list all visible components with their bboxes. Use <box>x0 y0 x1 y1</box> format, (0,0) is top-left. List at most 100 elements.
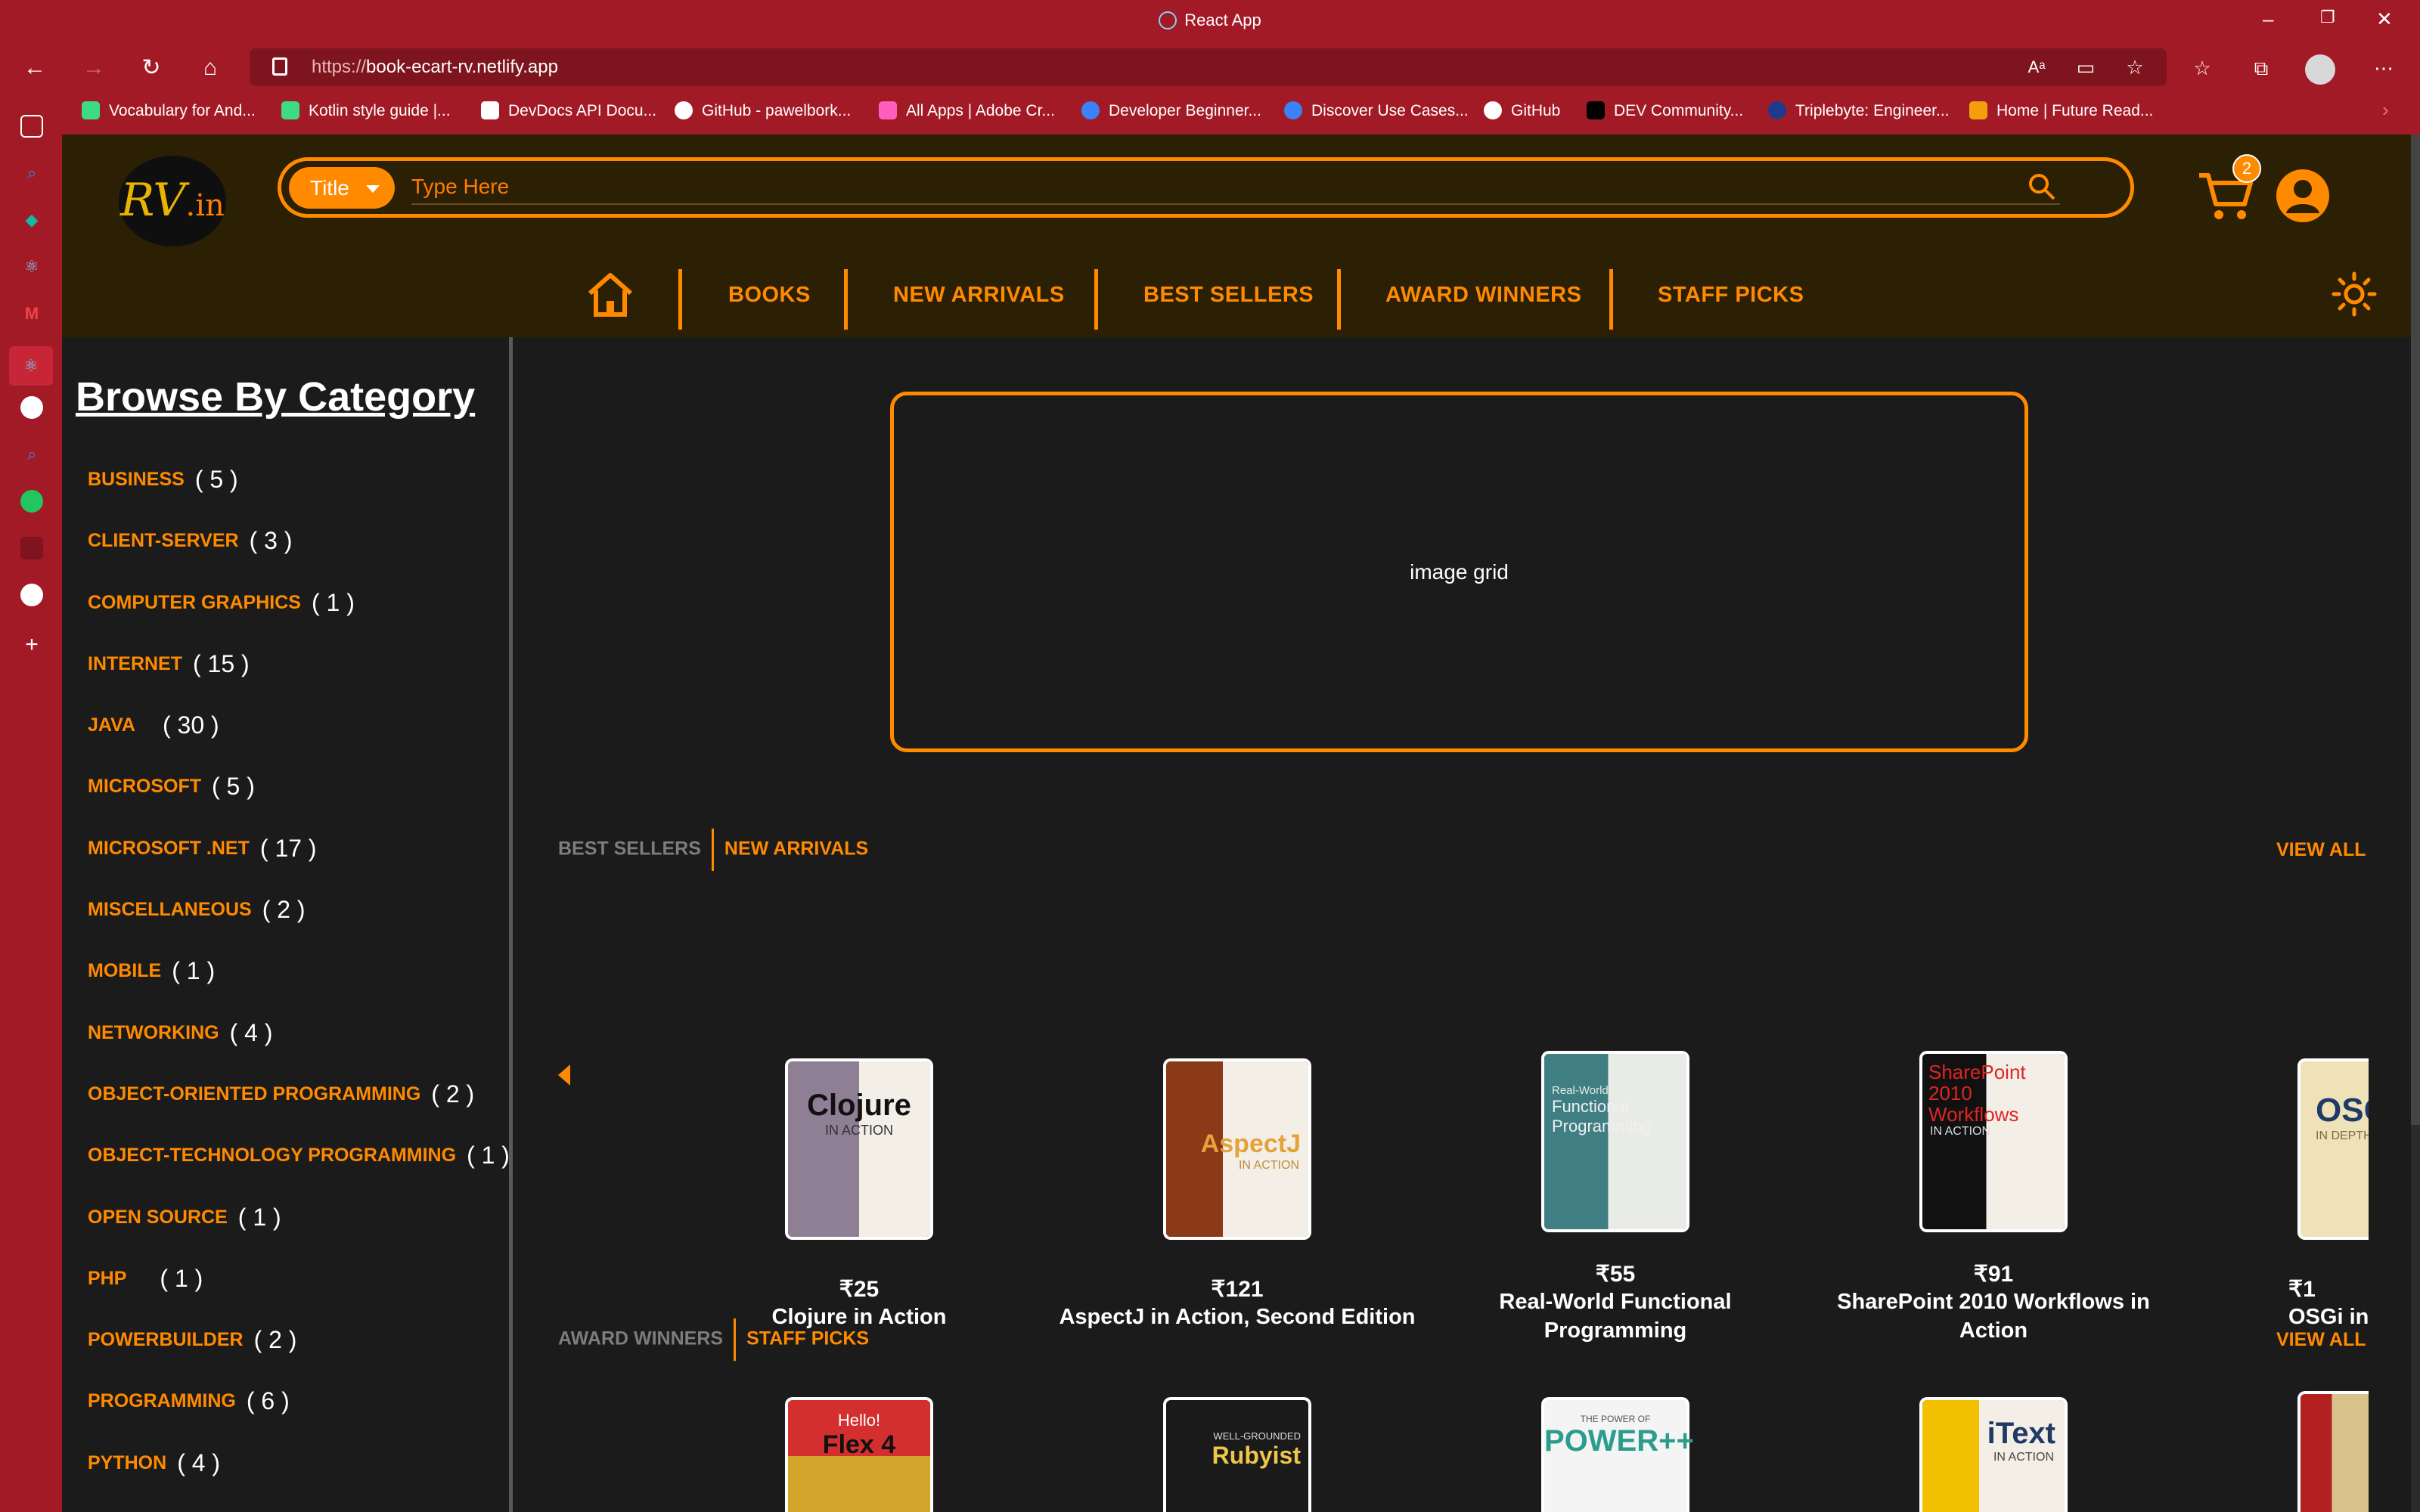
github-tab-icon[interactable] <box>20 396 43 419</box>
forward-button[interactable]: → <box>79 53 109 83</box>
book-cover[interactable]: Clojure IN ACTION <box>788 1061 930 1237</box>
refresh-button[interactable]: ↻ <box>136 53 166 83</box>
book-cover[interactable]: Real-World Functional Programming <box>1544 1054 1686 1229</box>
category-item[interactable]: MOBILE( 1 ) <box>88 957 510 1018</box>
category-item[interactable]: PYTHON( 4 ) <box>88 1449 510 1510</box>
page-scrollbar-thumb[interactable] <box>2411 135 2420 1125</box>
address-field[interactable]: https://book-ecart-rv.netlify.app Aᵃ ▭ ☆ <box>250 48 2167 86</box>
view-all-link[interactable]: VIEW ALL <box>2276 1329 2366 1351</box>
bookmark-item[interactable]: GitHub - pawelbork... <box>675 101 851 120</box>
category-item[interactable]: POWERBUILDER( 2 ) <box>88 1326 510 1387</box>
dev-beginner-icon <box>1081 101 1100 119</box>
read-aloud-icon[interactable]: Aᵃ <box>2023 54 2050 81</box>
category-item[interactable]: PHP( 1 ) <box>88 1265 510 1326</box>
new-tab-icon[interactable]: + <box>20 634 43 656</box>
dark-tab-icon[interactable] <box>20 537 43 559</box>
window-title-text: React App <box>1184 11 1261 29</box>
bookmarks-bar: Vocabulary for And... Kotlin style guide… <box>0 91 2420 135</box>
nav-divider <box>1337 269 1341 330</box>
search-type-select[interactable]: Title <box>289 167 395 209</box>
tab-new-arrivals[interactable]: NEW ARRIVALS <box>724 838 868 860</box>
bookmark-item[interactable]: DEV Community... <box>1587 101 1743 120</box>
lock-icon <box>272 57 287 76</box>
bookmark-item[interactable]: GitHub <box>1484 101 1560 120</box>
book-cover[interactable]: iText IN ACTION <box>1922 1400 2065 1512</box>
image-grid-banner: image grid <box>890 392 2028 752</box>
profile-icon[interactable] <box>2305 54 2335 85</box>
back-button[interactable]: ← <box>20 53 50 83</box>
carousel-prev-icon[interactable] <box>558 1064 570 1086</box>
bookmark-item[interactable]: Discover Use Cases... <box>1284 101 1469 120</box>
category-item[interactable]: OBJECT-ORIENTED PROGRAMMING( 2 ) <box>88 1080 510 1142</box>
category-heading: Browse By Category <box>76 374 476 420</box>
android-icon <box>281 101 299 119</box>
nav-divider <box>1609 269 1613 330</box>
view-all-link[interactable]: VIEW ALL <box>2276 839 2366 861</box>
category-item[interactable]: COMPUTER GRAPHICS( 1 ) <box>88 589 510 650</box>
bookmark-item[interactable]: Kotlin style guide |... <box>281 101 451 120</box>
search-input[interactable] <box>411 170 2060 205</box>
tab-staff-picks[interactable]: STAFF PICKS <box>746 1328 869 1349</box>
book-cover[interactable] <box>2301 1394 2369 1512</box>
book-cover[interactable]: OSGiIN DEPTH <box>2301 1061 2369 1237</box>
bookmark-item[interactable]: Vocabulary for And... <box>82 101 256 120</box>
green-tab-icon[interactable] <box>20 490 43 513</box>
book-title: AspectJ in Action, Second Edition <box>1059 1305 1416 1329</box>
category-item[interactable]: OPEN SOURCE( 1 ) <box>88 1204 510 1265</box>
category-item[interactable]: MICROSOFT( 5 ) <box>88 773 510 834</box>
category-item[interactable]: NETWORKING( 4 ) <box>88 1019 510 1080</box>
bookmarks-overflow-icon[interactable]: › <box>2382 98 2389 122</box>
gmail-tab-icon[interactable]: M <box>20 302 43 325</box>
collections-icon[interactable]: ⧉ <box>2248 54 2275 82</box>
tab-actions-icon[interactable] <box>20 115 43 138</box>
book-price: ₹55 <box>1595 1262 1636 1287</box>
maximize-button[interactable]: ❐ <box>2320 8 2335 27</box>
category-item[interactable]: OBJECT-TECHNOLOGY PROGRAMMING( 1 ) <box>88 1142 510 1203</box>
category-item[interactable]: PROGRAMMING( 6 ) <box>88 1387 510 1448</box>
category-item[interactable]: BUSINESS( 5 ) <box>88 466 510 527</box>
search-icon[interactable] <box>2027 172 2057 202</box>
category-item[interactable]: CLIENT-SERVER( 3 ) <box>88 527 510 588</box>
user-account-icon[interactable] <box>2276 169 2329 222</box>
tab-favicon-icon[interactable]: ◆ <box>20 209 43 231</box>
nav-best-sellers[interactable]: BEST SELLERS <box>1143 283 1314 308</box>
book-cover[interactable]: SharePoint 2010 Workflows IN ACTION <box>1922 1054 2065 1229</box>
category-item[interactable]: INTERNET( 15 ) <box>88 650 510 711</box>
favorites-icon[interactable]: ☆ <box>2189 54 2216 82</box>
book-cover[interactable]: Hello! Flex 4 <box>788 1400 930 1512</box>
immersive-reader-icon[interactable]: ▭ <box>2072 54 2099 81</box>
more-menu-icon[interactable]: ⋯ <box>2370 54 2397 82</box>
book-cover[interactable]: THE POWER OF POWER++ <box>1544 1400 1694 1512</box>
book-cover[interactable]: AspectJ IN ACTION <box>1166 1061 1308 1237</box>
react-tab-icon[interactable]: ⚛ <box>20 256 43 278</box>
search-tab-icon[interactable]: ⌕ <box>20 443 43 466</box>
search-tab-icon[interactable]: ⌕ <box>20 162 43 184</box>
close-window-button[interactable]: ✕ <box>2376 8 2393 31</box>
category-item[interactable]: MISCELLANEOUS( 2 ) <box>88 896 510 957</box>
book-price: ₹1 <box>2288 1277 2316 1302</box>
nav-books[interactable]: BOOKS <box>728 283 811 308</box>
theme-toggle-sun-icon[interactable] <box>2331 271 2378 318</box>
github-tab-icon[interactable] <box>20 584 43 606</box>
nav-new-arrivals[interactable]: NEW ARRIVALS <box>893 283 1065 308</box>
minimize-button[interactable]: – <box>2263 8 2273 31</box>
bookmark-item[interactable]: Triplebyte: Engineer... <box>1768 101 1950 120</box>
home-icon[interactable] <box>584 268 637 321</box>
active-react-tab-icon[interactable]: ⚛ <box>9 346 53 386</box>
home-browser-button[interactable]: ⌂ <box>195 53 225 83</box>
bookmark-item[interactable]: All Apps | Adobe Cr... <box>879 101 1055 120</box>
tab-award-winners[interactable]: AWARD WINNERS <box>558 1328 723 1349</box>
bookmark-item[interactable]: Home | Future Read... <box>1969 101 2153 120</box>
bookmark-item[interactable]: Developer Beginner... <box>1081 101 1261 120</box>
book-cover[interactable]: WELL-GROUNDED Rubyist <box>1166 1400 1308 1512</box>
tab-best-sellers[interactable]: BEST SELLERS <box>558 838 701 860</box>
category-item[interactable]: JAVA( 30 ) <box>88 711 510 773</box>
site-logo[interactable]: RV.in <box>119 156 226 246</box>
nav-staff-picks[interactable]: STAFF PICKS <box>1658 283 1804 308</box>
bookmark-item[interactable]: DevDocs API Docu... <box>481 101 656 120</box>
browser-title-bar: React App – ❐ ✕ <box>0 0 2420 44</box>
category-item[interactable]: MICROSOFT .NET( 17 ) <box>88 835 510 896</box>
tab-divider <box>711 829 714 871</box>
add-favorite-icon[interactable]: ☆ <box>2121 54 2149 81</box>
nav-award-winners[interactable]: AWARD WINNERS <box>1385 283 1581 308</box>
